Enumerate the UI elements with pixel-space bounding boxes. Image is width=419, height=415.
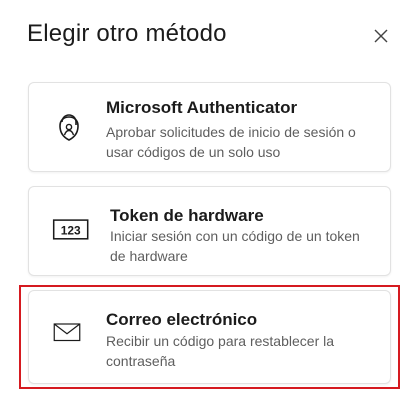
close-icon[interactable] — [370, 25, 392, 47]
method-option-hardware-token[interactable]: 123 Token de hardware Iniciar sesión con… — [28, 186, 391, 276]
method-option-authenticator[interactable]: Microsoft Authenticator Aprobar solicitu… — [28, 82, 391, 172]
hardware-token-123-icon: 123 — [52, 219, 89, 240]
token-icon-label: 123 — [61, 224, 81, 238]
method-description: Aprobar solicitudes de inicio de sesión … — [106, 124, 356, 160]
method-title: Microsoft Authenticator — [106, 98, 298, 117]
authenticator-lock-icon — [59, 114, 79, 141]
choose-method-dialog: Elegir otro método Microsoft Authenticat… — [0, 0, 419, 415]
dialog-title: Elegir otro método — [27, 20, 227, 47]
method-title: Token de hardware — [110, 206, 264, 225]
method-option-email[interactable]: Correo electrónico Recibir un código par… — [28, 290, 391, 384]
method-title: Correo electrónico — [106, 310, 258, 329]
method-description: Recibir un código para restablecer la co… — [106, 333, 335, 369]
envelope-icon — [53, 323, 81, 342]
method-description: Iniciar sesión con un código de un token… — [110, 228, 360, 264]
